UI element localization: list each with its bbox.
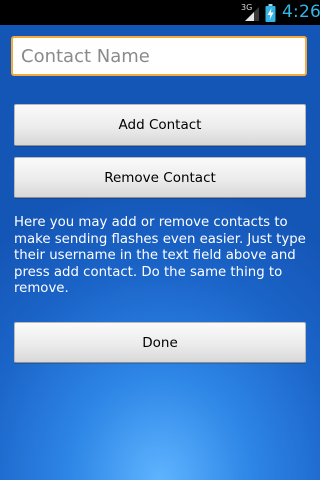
add-contact-label: Add Contact bbox=[118, 117, 202, 133]
battery-charging-icon bbox=[265, 4, 276, 22]
signal-bars-icon bbox=[245, 7, 259, 21]
clock: 4:26 bbox=[282, 2, 320, 22]
contact-name-input[interactable] bbox=[11, 36, 307, 76]
instructions-text: Here you may add or remove contacts to m… bbox=[14, 215, 306, 296]
done-button[interactable]: Done bbox=[14, 322, 306, 363]
remove-contact-button[interactable]: Remove Contact bbox=[14, 157, 306, 198]
status-bar: 3G 4:26 bbox=[0, 0, 320, 25]
add-contact-button[interactable]: Add Contact bbox=[14, 104, 306, 146]
done-label: Done bbox=[142, 334, 178, 351]
remove-contact-label: Remove Contact bbox=[104, 169, 216, 186]
